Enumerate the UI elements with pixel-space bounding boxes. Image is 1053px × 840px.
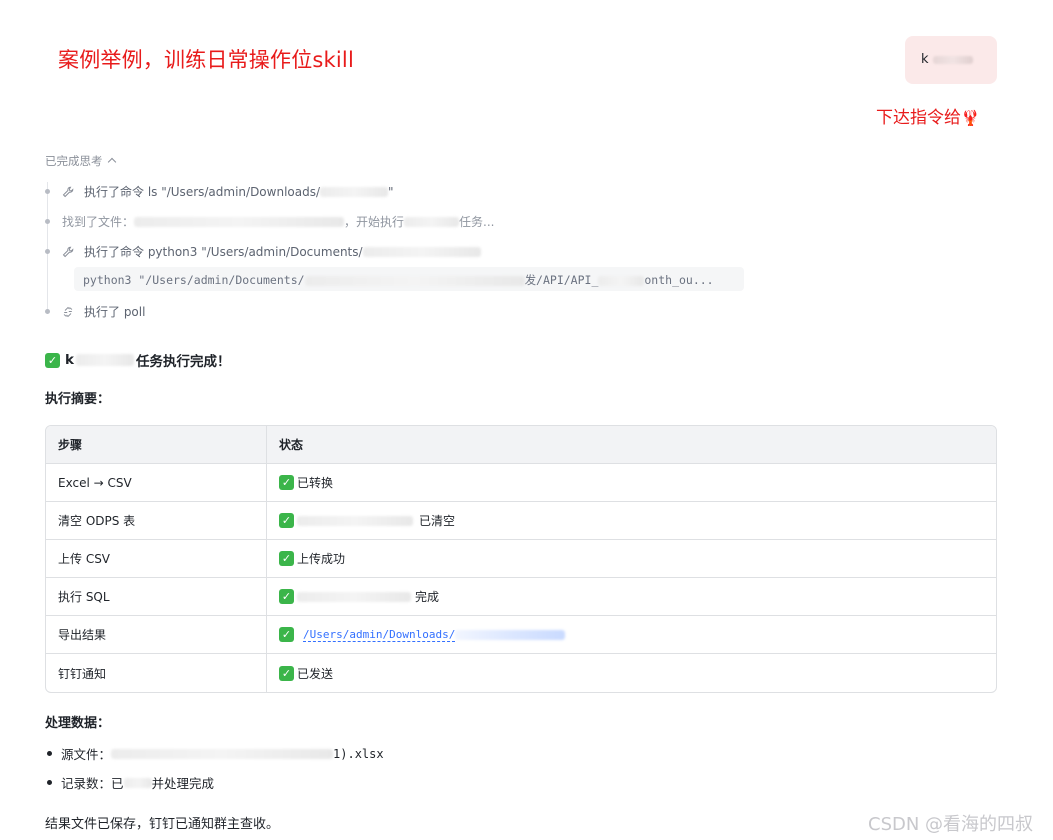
check-icon: ✓ — [279, 627, 294, 642]
thinking-step: 执行了命令 python3 "/Users/admin/Documents/ — [45, 243, 481, 260]
redacted-text — [297, 591, 411, 602]
table-header-row: 步骤 状态 — [46, 426, 996, 464]
source-file-label: 源文件： — [61, 747, 112, 762]
step-cell: 上传 CSV — [46, 540, 267, 578]
redacted-text — [304, 275, 525, 286]
redacted-text — [134, 216, 345, 227]
status-cell: ✓ 已清空 — [267, 502, 996, 540]
poll-icon — [63, 306, 73, 317]
processed-data-heading: 处理数据： — [45, 716, 111, 731]
step-cell: 导出结果 — [46, 616, 267, 654]
step-suffix: 任务... — [459, 215, 495, 229]
step-text: 执行了命令 ls "/Users/admin/Downloads/ — [84, 185, 321, 199]
step-cell: 钉钉通知 — [46, 654, 267, 692]
table-row: 清空 ODPS 表 ✓ 已清空 — [46, 502, 996, 540]
status-cell: ✓ 完成 — [267, 578, 996, 616]
status-cell: ✓ 已转换 — [267, 464, 996, 502]
column-header-step: 步骤 — [46, 426, 267, 464]
thinking-header-label: 已完成思考 — [45, 154, 103, 168]
chevron-up-icon — [107, 157, 116, 167]
status-text: 完成 — [415, 590, 440, 604]
redacted-text — [598, 275, 645, 286]
thinking-toggle[interactable]: 已完成思考 — [45, 153, 116, 169]
code-tail: 发/API/API_ — [524, 273, 599, 287]
list-item: 记录数：已 并处理完成 — [47, 773, 214, 792]
step-cell: 执行 SQL — [46, 578, 267, 616]
check-icon: ✓ — [45, 352, 60, 368]
record-count-suffix: 并处理完成 — [151, 776, 215, 791]
thinking-step: 找到了文件： ，开始执行 任务... — [45, 213, 494, 230]
lobster-icon: 🦞 — [961, 109, 980, 127]
step-dot — [45, 249, 50, 254]
redacted-text — [404, 216, 460, 227]
step-dot — [45, 189, 50, 194]
source-file-name: 1).xlsx — [333, 746, 384, 761]
step-cell: 清空 ODPS 表 — [46, 502, 267, 540]
status-text: 已清空 — [419, 514, 456, 528]
check-icon: ✓ — [279, 665, 294, 681]
annotation-title: 案例举例，训练日常操作位skill — [58, 48, 355, 72]
check-icon: ✓ — [279, 475, 294, 490]
redacted-text — [362, 246, 481, 257]
annotation-command-hint: 下达指令给🦞 — [876, 103, 980, 128]
watermark: CSDN @看海的四叔 — [868, 814, 1034, 835]
step-text: 执行了命令 python3 "/Users/admin/Documents/ — [84, 245, 363, 259]
thinking-step: 执行了命令 ls "/Users/admin/Downloads/ " — [45, 183, 394, 200]
table-row: Excel → CSV ✓ 已转换 — [46, 464, 996, 502]
check-icon: ✓ — [279, 513, 294, 528]
status-text: 已发送 — [297, 666, 334, 681]
record-count-label: 记录数：已 — [61, 776, 124, 791]
list-item: 源文件： 1).xlsx — [47, 744, 384, 763]
status-cell: ✓ 上传成功 — [267, 540, 996, 578]
command-code-block: python3 "/Users/admin/Documents/发/API/AP… — [74, 267, 744, 291]
step-middle-text: ，开始执行 — [344, 215, 405, 229]
redacted-text — [123, 777, 152, 788]
status-text: 已转换 — [297, 476, 334, 490]
user-message-text: k — [921, 52, 929, 67]
redacted-text — [111, 748, 334, 759]
check-icon: ✓ — [279, 589, 294, 604]
step-suffix: " — [388, 184, 394, 199]
bullet-dot — [47, 751, 52, 756]
code-text: python3 "/Users/admin/Documents/ — [83, 273, 305, 287]
table-row: 上传 CSV ✓ 上传成功 — [46, 540, 996, 578]
column-header-status: 状态 — [267, 426, 996, 464]
task-complete-text: 任务执行完成！ — [135, 354, 231, 370]
bullet-dot — [47, 780, 52, 785]
table-row: 导出结果 ✓ /Users/admin/Downloads/ — [46, 616, 996, 654]
table-row: 执行 SQL ✓ 完成 — [46, 578, 996, 616]
thinking-step: 执行了 poll — [45, 303, 145, 320]
task-complete-heading: ✓ k 任务执行完成！ — [45, 350, 230, 370]
status-cell: ✓ /Users/admin/Downloads/ — [267, 616, 996, 654]
status-cell: ✓ 已发送 — [267, 654, 996, 692]
wrench-icon — [62, 186, 74, 197]
redacted-text — [320, 186, 389, 197]
code-end: onth_ou... — [644, 273, 714, 287]
redacted-text — [75, 354, 134, 366]
step-dot — [45, 219, 50, 224]
wrench-icon — [62, 246, 74, 257]
redacted-text — [455, 629, 566, 640]
export-file-link[interactable]: /Users/admin/Downloads/ — [303, 628, 456, 642]
command-hint-text: 下达指令给 — [876, 108, 961, 128]
summary-heading: 执行摘要： — [45, 392, 111, 407]
task-name-prefix: k — [65, 352, 74, 368]
step-cell: Excel → CSV — [46, 464, 267, 502]
step-text: 执行了 poll — [84, 305, 146, 319]
redacted-text — [932, 55, 973, 64]
redacted-text — [297, 515, 413, 526]
final-message: 结果文件已保存，钉钉已通知群主查收。 — [45, 817, 280, 832]
step-dot — [45, 309, 50, 314]
status-text: 上传成功 — [297, 552, 346, 566]
step-text: 找到了文件： — [62, 215, 135, 229]
check-icon: ✓ — [279, 551, 294, 566]
execution-summary-table: 步骤 状态 Excel → CSV ✓ 已转换 清空 ODPS 表 ✓ 已清空 上传… — [45, 425, 997, 693]
table-row: 钉钉通知 ✓ 已发送 — [46, 654, 996, 692]
user-message-bubble: k — [905, 36, 997, 84]
